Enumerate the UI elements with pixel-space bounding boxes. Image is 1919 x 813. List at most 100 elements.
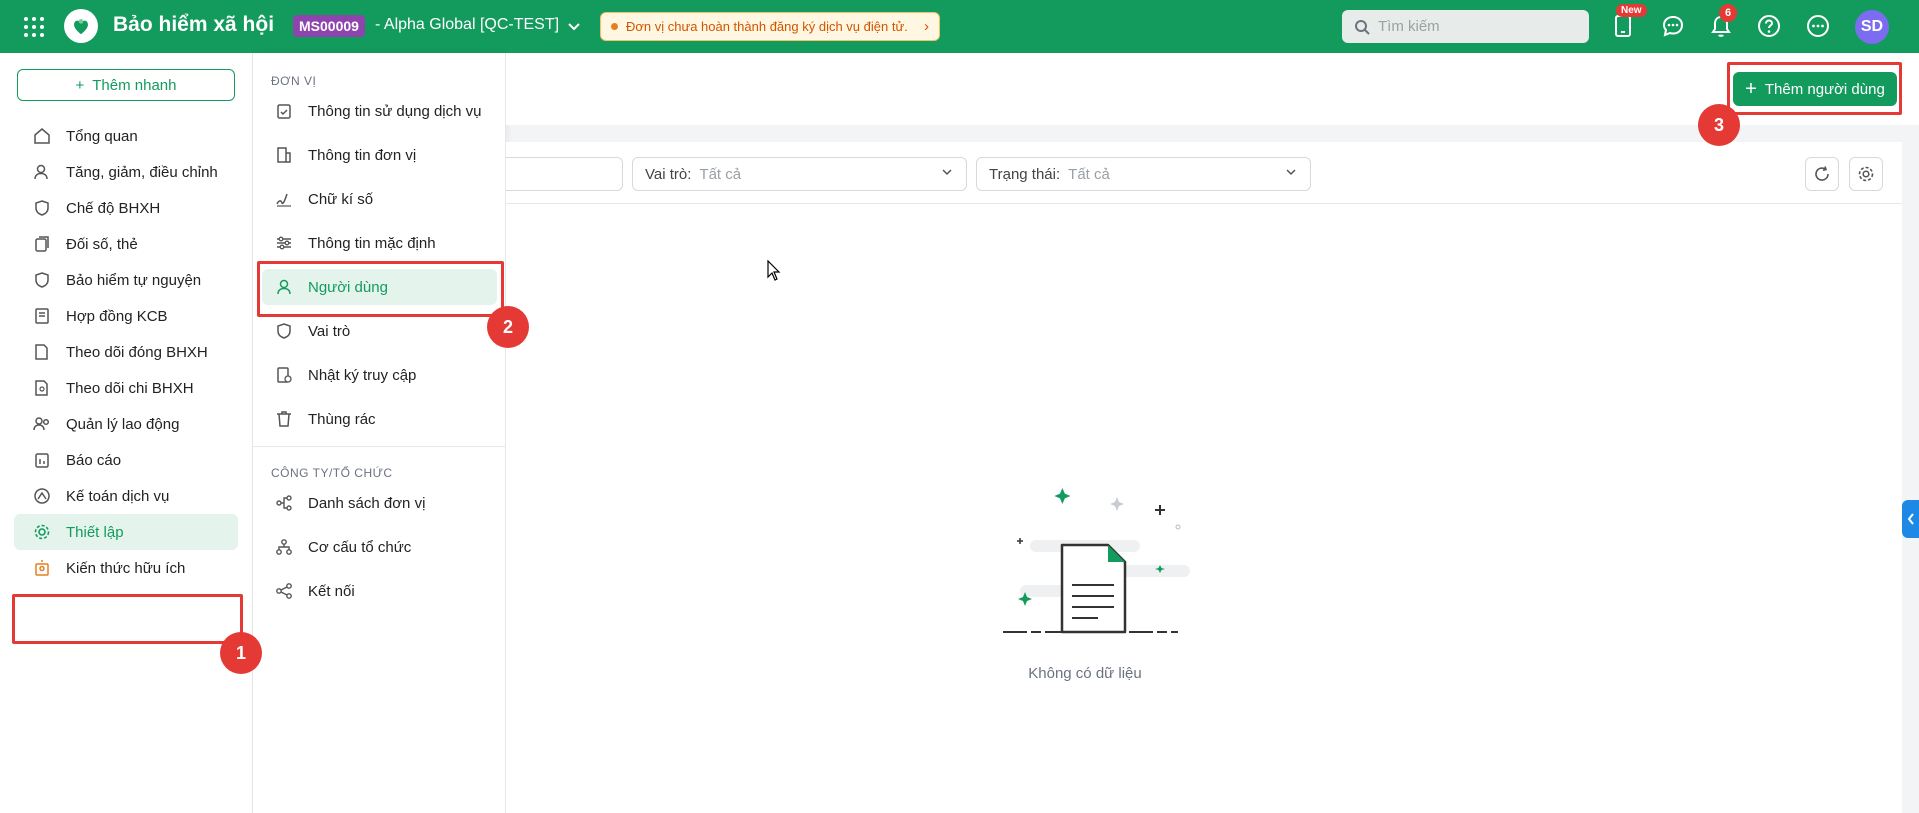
mouse-cursor-icon: [767, 260, 781, 281]
settings-submenu: Đơn vị Thông tin sử dụng dịch vụ Thông t…: [253, 53, 506, 813]
submenu-item-digital-signature[interactable]: Chữ kí số: [262, 181, 497, 217]
refresh-button[interactable]: [1805, 157, 1839, 191]
payment-document-icon: [32, 378, 52, 398]
building-icon: [274, 145, 294, 165]
app-title: Bảo hiểm xã hội: [113, 13, 275, 36]
chevron-down-icon: [1284, 165, 1298, 183]
knowledge-icon: [32, 558, 52, 578]
submenu-item-label: Kết nối: [308, 582, 355, 600]
role-filter-select[interactable]: Vai trò: Tất cả: [632, 157, 967, 191]
sidebar-item-label: Chế độ BHXH: [66, 199, 161, 217]
accounting-icon: [32, 486, 52, 506]
tenant-code-badge[interactable]: MS00009: [293, 15, 365, 37]
collapse-panel-tab[interactable]: [1902, 500, 1919, 538]
sidebar-item-cards[interactable]: Đối số, thẻ: [14, 226, 238, 262]
submenu-item-label: Thông tin mặc định: [308, 234, 436, 252]
submenu-item-default-info[interactable]: Thông tin mặc định: [262, 225, 497, 261]
help-icon[interactable]: [1756, 13, 1782, 39]
submenu-item-trash[interactable]: Thùng rác: [262, 401, 497, 437]
content-panel: [506, 142, 1902, 813]
cards-icon: [32, 234, 52, 254]
sidebar-item-label: Theo dõi chi BHXH: [66, 379, 194, 397]
users-icon: [32, 414, 52, 434]
new-badge: New: [1616, 4, 1647, 17]
role-filter-label: Vai trò:: [645, 165, 692, 183]
sidebar-item-overview[interactable]: Tổng quan: [14, 118, 238, 154]
chevron-down-icon[interactable]: [566, 18, 582, 34]
sliders-icon: [274, 233, 294, 253]
sidebar-item-label: Kế toán dịch vụ: [66, 487, 170, 505]
submenu-section-title: Công ty/Tổ chức: [271, 466, 393, 480]
sidebar-item-label: Bảo hiểm tự nguyện: [66, 271, 202, 289]
step2-marker: 2: [487, 306, 529, 348]
report-icon: [32, 450, 52, 470]
sidebar-item-knowledge[interactable]: Kiến thức hữu ích: [14, 550, 238, 586]
warning-banner[interactable]: Đơn vị chưa hoàn thành đăng ký dịch vụ đ…: [600, 12, 940, 41]
sidebar-item-label: Theo dõi đóng BHXH: [66, 343, 208, 361]
submenu-item-label: Vai trò: [308, 322, 351, 340]
empty-document-illustration: [1003, 488, 1190, 634]
sidebar-item-voluntary-insurance[interactable]: Bảo hiểm tự nguyện: [14, 262, 238, 298]
status-filter-label: Trạng thái:: [989, 165, 1061, 183]
chevron-left-icon: [1907, 513, 1914, 525]
share-icon: [274, 581, 294, 601]
sidebar-item-label: Kiến thức hữu ích: [66, 559, 186, 577]
submenu-item-roles[interactable]: Vai trò: [262, 313, 497, 349]
step1-highlight: [12, 594, 243, 644]
signature-icon: [274, 189, 294, 209]
user-adjust-icon: [32, 162, 52, 182]
submenu-item-label: Thông tin đơn vị: [308, 146, 417, 164]
gear-icon: [32, 522, 52, 542]
submenu-item-label: Chữ kí số: [308, 190, 374, 208]
tenant-name[interactable]: - Alpha Global [QC-TEST]: [375, 16, 559, 34]
heart-shield-icon: [32, 198, 52, 218]
submenu-item-service-usage[interactable]: Thông tin sử dụng dịch vụ: [262, 93, 497, 129]
sidebar-item-settings[interactable]: Thiết lập: [14, 514, 238, 550]
app-logo-icon: [64, 9, 98, 43]
sidebar-item-label: Tăng, giảm, điều chỉnh: [66, 163, 218, 181]
submenu-divider: [253, 446, 506, 447]
shield-outline-icon: [274, 321, 294, 341]
search-filter-input[interactable]: [506, 157, 623, 191]
chat-icon[interactable]: [1660, 13, 1686, 39]
clipboard-check-icon: [274, 101, 294, 121]
submenu-item-access-log[interactable]: Nhật ký truy cập: [262, 357, 497, 393]
submenu-item-unit-list[interactable]: Danh sách đơn vị: [262, 485, 497, 521]
sidebar-item-label: Tổng quan: [66, 127, 138, 145]
log-clock-icon: [274, 365, 294, 385]
sidebar-item-labor-management[interactable]: Quản lý lao động: [14, 406, 238, 442]
org-list-icon: [274, 493, 294, 513]
step3-marker: 3: [1698, 104, 1740, 146]
shield-icon: [32, 270, 52, 290]
search-input[interactable]: Tìm kiếm: [1342, 10, 1589, 43]
submenu-item-label: Danh sách đơn vị: [308, 494, 426, 512]
status-filter-select[interactable]: Trạng thái: Tất cả: [976, 157, 1311, 191]
gear-icon: [1858, 166, 1874, 182]
home-icon: [32, 126, 52, 146]
apps-grid-icon[interactable]: [22, 15, 46, 39]
warning-text: Đơn vị chưa hoàn thành đăng ký dịch vụ đ…: [626, 19, 908, 34]
sidebar-item-label: Quản lý lao động: [66, 415, 180, 433]
submenu-item-unit-info[interactable]: Thông tin đơn vị: [262, 137, 497, 173]
step1-marker: 1: [220, 632, 262, 674]
sidebar-item-reports[interactable]: Báo cáo: [14, 442, 238, 478]
sidebar-item-bhxh-expense-tracking[interactable]: Theo dõi chi BHXH: [14, 370, 238, 406]
submenu-item-connect[interactable]: Kết nối: [262, 573, 497, 609]
search-placeholder: Tìm kiếm: [1378, 18, 1440, 35]
quick-add-label: Thêm nhanh: [92, 76, 177, 94]
submenu-item-org-structure[interactable]: Cơ cấu tổ chức: [262, 529, 497, 565]
avatar[interactable]: SD: [1855, 10, 1889, 44]
sidebar-item-adjustments[interactable]: Tăng, giảm, điều chỉnh: [14, 154, 238, 190]
quick-add-button[interactable]: + Thêm nhanh: [17, 69, 235, 101]
more-options-icon[interactable]: [1805, 13, 1831, 39]
step2-highlight: [257, 261, 504, 317]
c12-document-icon: [32, 342, 52, 362]
sidebar-item-service-accounting[interactable]: Kế toán dịch vụ: [14, 478, 238, 514]
sidebar-item-bhxh-regime[interactable]: Chế độ BHXH: [14, 190, 238, 226]
sidebar-item-bhxh-payment-tracking[interactable]: Theo dõi đóng BHXH: [14, 334, 238, 370]
contract-icon: [32, 306, 52, 326]
refresh-icon: [1815, 166, 1829, 181]
sidebar-item-kcb-contract[interactable]: Hợp đồng KCB: [14, 298, 238, 334]
sidebar-item-label: Đối số, thẻ: [66, 235, 138, 253]
settings-button[interactable]: [1849, 157, 1883, 191]
